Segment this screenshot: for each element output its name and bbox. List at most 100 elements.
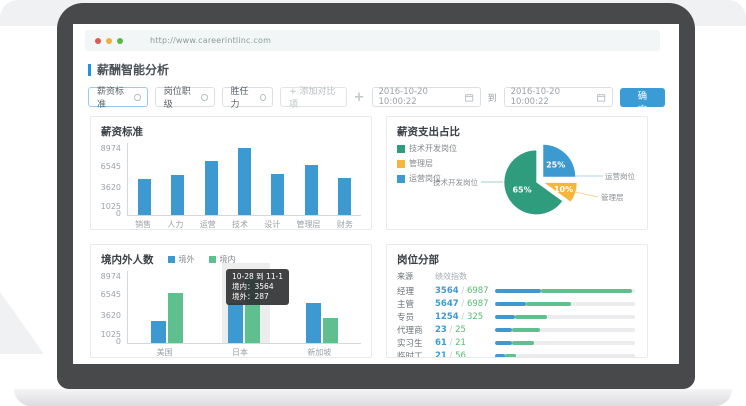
filter-chip-salary-standard[interactable]: 薪资标准 [88,87,148,107]
progress-blue [495,302,526,306]
bar [228,303,243,343]
filter-chip-competency[interactable]: 胜任力 [222,87,274,107]
value-separator: / [459,312,467,322]
panel-title: 岗位分部 [397,252,637,267]
date-to-input[interactable]: 2016-10-20 10:00:22 [504,87,613,107]
legend-swatch-green [209,256,216,263]
plot-area: 10-28 到 11-1 境内：3564 境外：287 [127,271,361,344]
progress-blue [495,354,505,358]
pie-legend-item[interactable]: 技术开发岗位 [397,143,457,154]
bar [338,178,351,215]
pie-outer-label: 管理层 [601,192,624,202]
bar-group [306,303,338,343]
row-label: 专员 [397,311,435,323]
value-separator: / [459,299,467,309]
circle-icon[interactable] [201,94,207,101]
value-green: 56 [455,351,466,359]
salary-standard-chart: 89746545362010250 销售人力运营技术设计管理层财务 [101,143,361,230]
value-separator: / [447,325,455,335]
filter-chip-position-grade[interactable]: 岗位职级 [155,87,215,107]
y-axis: 89746545362010250 [101,271,127,343]
x-tick-label: 运营 [200,219,216,230]
address-bar-url[interactable]: http://www.careerintlinc.com [150,36,271,45]
y-tick-label: 3620 [101,312,121,320]
circle-icon[interactable] [134,94,140,101]
laptop-screen: http://www.careerintlinc.com 薪酬智能分析 薪资标准… [73,24,679,364]
chip-label: 胜任力 [231,84,255,110]
bar [138,179,151,215]
row-label: 主管 [397,298,435,310]
table-row: 专员1254 / 325 [397,310,637,323]
browser-bar: http://www.careerintlinc.com [85,30,660,51]
confirm-button[interactable]: 确定 [620,88,665,107]
pie-legend-item[interactable]: 管理层 [397,158,457,169]
tooltip-date-range: 10-28 到 11-1 [232,272,283,282]
y-tick-label: 8974 [101,145,121,153]
bar [306,303,321,343]
value-blue: 5647 [435,299,459,309]
x-axis-labels: 销售人力运营技术设计管理层财务 [127,216,361,230]
x-tick-label: 美国 [157,347,173,358]
x-tick-label: 销售 [135,219,151,230]
tooltip-domestic-value: 境内：3564 [232,282,283,292]
value-separator: / [447,338,455,348]
legend-label: 技术开发岗位 [409,143,457,154]
progress-track [495,289,635,293]
legend-label: 运营岗位 [409,173,441,184]
plus-icon[interactable]: + [354,91,365,104]
calendar-icon [465,93,473,102]
row-values: 5647 / 6987 [435,299,495,309]
progress-blue [495,315,515,319]
date-to-value: 2016-10-20 10:00:22 [511,87,593,107]
y-tick-label: 6545 [101,163,121,171]
y-tick-label: 3620 [101,184,121,192]
panel-salary-share: 薪资支出占比 技术开发岗位管理层运营岗位 25%运营岗位10%管理层65%技术开… [386,116,648,230]
progress-blue [495,341,512,345]
panel-inout-count: 境内外人数 境外 境内 89746545362010250 [90,244,372,358]
table-row: 主管5647 / 6987 [397,297,637,310]
progress-green [541,289,632,293]
panel-position-dist: 岗位分部 来源 绩效指数 经理3564 / 6987主管5647 / 6987专… [386,244,648,358]
chip-label: + 添加对比项 [289,84,340,110]
title-accent-bar [88,64,91,76]
panel-title: 境内外人数 [101,252,154,267]
date-from-input[interactable]: 2016-10-20 10:00:22 [372,87,481,107]
row-values: 1254 / 325 [435,312,495,322]
value-green: 25 [455,325,466,335]
value-blue: 23 [435,325,447,335]
x-tick-label: 日本 [232,347,248,358]
chip-label: 岗位职级 [164,84,196,110]
filter-toolbar: 薪资标准 岗位职级 胜任力 + 添加对比项 + 2016-10-20 10:00… [88,87,665,107]
inout-count-chart: 89746545362010250 10-28 到 11-1 境内：3564 境… [101,271,361,358]
progress-green [505,354,516,358]
pie-legend-item[interactable]: 运营岗位 [397,173,457,184]
progress-track [495,315,635,319]
add-comparison-chip[interactable]: + 添加对比项 [280,87,347,107]
row-values: 23 / 25 [435,325,495,335]
laptop-base [14,389,732,406]
legend-swatch-blue [168,256,175,263]
col-header-index: 绩效指数 [435,271,495,282]
pie-callout-line [575,192,598,197]
x-tick-label: 新加坡 [307,347,331,358]
value-separator: / [447,351,455,359]
traffic-light-yellow-icon [106,38,112,44]
table-header: 来源 绩效指数 [397,271,637,282]
value-blue: 21 [435,351,447,359]
pie-legend: 技术开发岗位管理层运营岗位 [397,143,457,184]
progress-blue [495,289,541,293]
bar [205,161,218,215]
bar [323,318,338,343]
legend-item-overseas[interactable]: 境外 [168,254,195,265]
tooltip-overseas-value: 境外：287 [232,292,283,302]
table-row: 实习生61 / 21 [397,336,637,349]
progress-track [495,328,635,332]
date-from-value: 2016-10-20 10:00:22 [379,87,461,107]
value-green: 6987 [467,286,489,296]
panel-salary-standard: 薪资标准 89746545362010250 销售人力运营技术设计管理层财务 [90,116,372,230]
value-blue: 61 [435,338,447,348]
circle-icon[interactable] [260,94,266,101]
chart-tooltip: 10-28 到 11-1 境内：3564 境外：287 [226,269,289,305]
x-tick-label: 财务 [337,219,353,230]
row-values: 61 / 21 [435,338,495,348]
